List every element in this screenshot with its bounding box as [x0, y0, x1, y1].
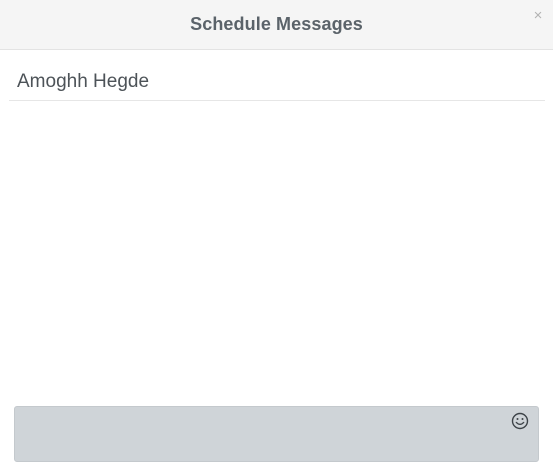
messages-area — [0, 102, 553, 402]
recipient-name: Amoghh Hegde — [17, 71, 150, 92]
dialog-header: Schedule Messages × — [0, 0, 553, 50]
message-input[interactable] — [25, 415, 505, 453]
recipient-row: Amoghh Hegde — [9, 51, 545, 101]
message-composer[interactable] — [14, 406, 539, 462]
close-icon[interactable]: × — [531, 8, 545, 24]
dialog-title: Schedule Messages — [190, 14, 363, 34]
smiley-icon[interactable] — [511, 412, 529, 430]
schedule-messages-dialog: Schedule Messages × Amoghh Hegde — [0, 0, 553, 473]
